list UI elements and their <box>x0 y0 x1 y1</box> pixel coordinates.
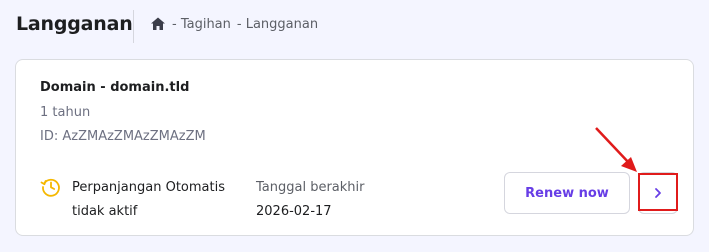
home-icon[interactable] <box>150 16 166 32</box>
page-title: Langganan <box>16 13 133 35</box>
auto-renew-status: Perpanjangan Otomatis tidak aktif <box>40 176 225 224</box>
subscription-id: ID: AzZMAzZMAzZMAzZM <box>40 129 206 144</box>
expiry-label: Tanggal berakhir <box>256 180 365 195</box>
domain-name: Domain - domain.tld <box>40 80 190 95</box>
expiry-date: 2026-02-17 <box>256 204 332 219</box>
breadcrumb-item-tagihan[interactable]: - Tagihan <box>172 17 231 32</box>
subscription-card: Domain - domain.tld 1 tahun ID: AzZMAzZM… <box>15 59 694 236</box>
open-subscription-button[interactable] <box>638 172 678 214</box>
breadcrumb: - Tagihan - Langganan <box>150 16 318 32</box>
breadcrumb-item-langganan: - Langganan <box>236 16 319 32</box>
renew-now-button[interactable]: Renew now <box>504 172 630 214</box>
auto-renew-label: Perpanjangan Otomatis <box>72 180 225 195</box>
subscription-period: 1 tahun <box>40 105 91 120</box>
expiry-info: Tanggal berakhir 2026-02-17 <box>256 176 365 224</box>
clock-renew-icon <box>40 176 62 198</box>
page-header: Langganan - Tagihan - Langganan <box>0 0 709 56</box>
chevron-right-icon <box>652 184 664 203</box>
header-divider <box>133 10 134 43</box>
auto-renew-state: tidak aktif <box>72 204 138 219</box>
